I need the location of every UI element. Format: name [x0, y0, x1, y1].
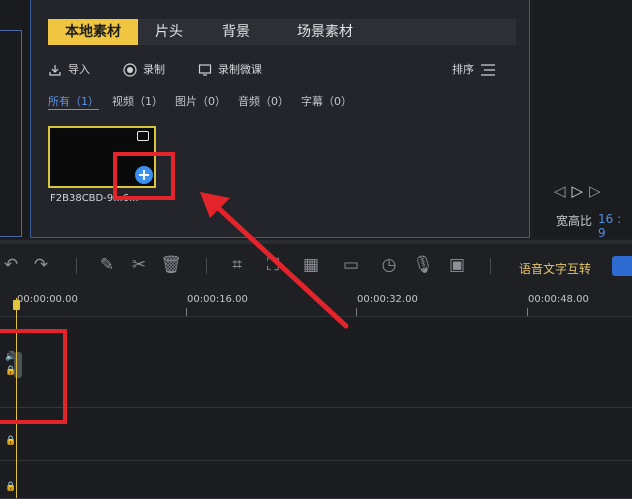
- redo-icon[interactable]: ↷: [30, 254, 52, 276]
- aspect-ratio-label: 宽高比: [556, 214, 593, 228]
- lock-icon[interactable]: 🔒: [5, 482, 16, 492]
- ruler-label: 00:00:16.00: [187, 294, 248, 305]
- ruler-label: 00:00:48.00: [528, 294, 589, 305]
- microphone-icon[interactable]: 🎙: [412, 254, 434, 276]
- video-type-icon: [137, 131, 149, 141]
- tab-background[interactable]: 背景: [206, 19, 266, 45]
- crop-icon[interactable]: ⌗: [226, 254, 248, 276]
- timeline-track-3[interactable]: [0, 461, 632, 499]
- filter-all[interactable]: 所有（1）: [48, 93, 99, 110]
- timeline-track-2[interactable]: [0, 408, 632, 461]
- export-button[interactable]: [612, 256, 632, 276]
- filter-audio[interactable]: 音频（0）: [238, 93, 289, 109]
- record-microcourse-label: 录制微课: [218, 63, 262, 76]
- timeline-track-video[interactable]: [0, 317, 632, 408]
- prev-frame-icon[interactable]: ◁: [554, 182, 566, 200]
- zoom-frame-icon[interactable]: ⛶: [262, 254, 284, 276]
- ruler-tick: [186, 308, 187, 316]
- play-icon[interactable]: ▷: [572, 182, 584, 200]
- screen-record-icon: [198, 64, 212, 76]
- undo-icon[interactable]: ↶: [0, 254, 22, 276]
- import-button[interactable]: 导入: [48, 60, 90, 80]
- speed-clock-icon[interactable]: ◷: [378, 254, 400, 276]
- left-panel-frame: [0, 30, 22, 237]
- record-icon: [123, 63, 137, 77]
- record-label: 录制: [143, 63, 165, 76]
- filter-subtitle[interactable]: 字幕（0）: [301, 93, 352, 109]
- next-frame-icon[interactable]: ▷: [589, 182, 601, 200]
- toolbar-separator: [206, 258, 207, 274]
- ruler-label: 00:00:00.00: [17, 294, 78, 305]
- filter-image[interactable]: 图片（0）: [175, 93, 226, 109]
- highlight-box-add: [113, 152, 175, 200]
- trash-icon[interactable]: 🗑: [160, 254, 182, 276]
- record-microcourse-button[interactable]: 录制微课: [198, 60, 262, 80]
- import-icon: [49, 65, 61, 76]
- media-tabbar: 本地素材 片头 背景 场景素材: [48, 19, 516, 45]
- scissors-icon[interactable]: ✂: [128, 254, 150, 276]
- highlight-box-track: [0, 329, 67, 424]
- playhead-handle[interactable]: [13, 300, 20, 310]
- preview-panel: [534, 0, 632, 238]
- ruler-tick: [527, 308, 528, 316]
- preview-controls: ◁ ▷ ▷: [554, 182, 601, 200]
- voice-to-text-button[interactable]: 语音文字互转: [519, 260, 591, 277]
- import-label: 导入: [68, 63, 90, 76]
- ruler-tick: [356, 308, 357, 316]
- freeze-frame-icon[interactable]: ▭: [340, 254, 362, 276]
- filter-video[interactable]: 视频（1）: [112, 93, 163, 109]
- tab-intro[interactable]: 片头: [144, 19, 194, 45]
- sort-button[interactable]: 排序: [452, 60, 496, 80]
- tab-scene-media[interactable]: 场景素材: [270, 19, 380, 45]
- sort-list-icon: [481, 64, 495, 76]
- ruler-label: 00:00:32.00: [357, 294, 418, 305]
- aspect-ratio-value[interactable]: 16 : 9: [598, 212, 632, 240]
- tab-local-media[interactable]: 本地素材: [48, 19, 138, 45]
- mosaic-icon[interactable]: ▦: [300, 254, 322, 276]
- pencil-icon[interactable]: ✎: [96, 254, 118, 276]
- toolbar-separator: [490, 258, 491, 274]
- toolbar-separator: [76, 258, 77, 274]
- record-button[interactable]: 录制: [123, 60, 165, 80]
- lock-icon[interactable]: 🔒: [5, 436, 16, 446]
- image-frame-icon[interactable]: ▣: [446, 254, 468, 276]
- sort-label: 排序: [452, 63, 474, 76]
